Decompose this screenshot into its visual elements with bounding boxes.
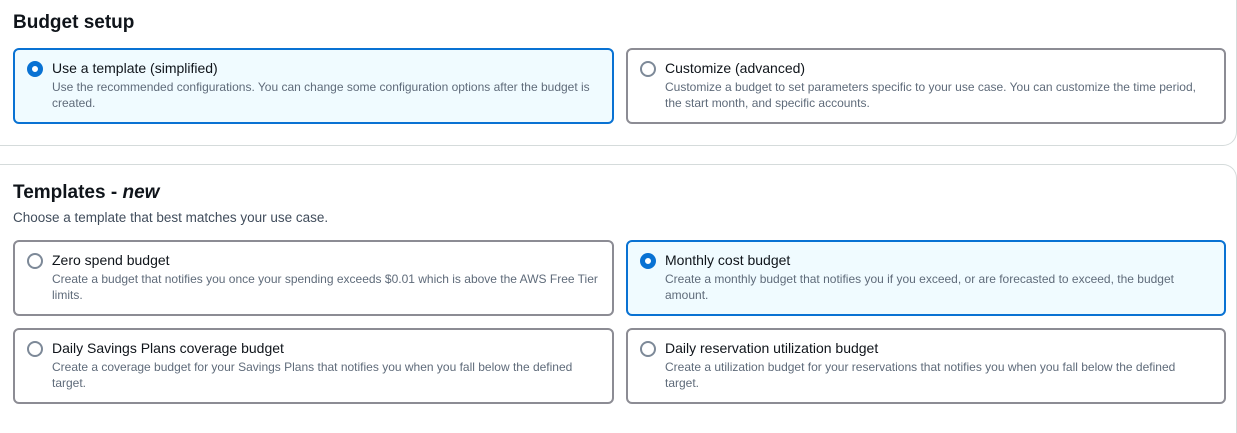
zero-spend-description: Create a budget that notifies you once y… (52, 272, 598, 302)
monthly-cost-label: Monthly cost budget (665, 252, 791, 268)
radio-unselected-icon[interactable] (27, 341, 43, 357)
templates-description: Choose a template that best matches your… (13, 210, 329, 225)
reservation-utilization-option[interactable]: Daily reservation utilization budget Cre… (626, 328, 1226, 404)
savings-plans-label: Daily Savings Plans coverage budget (52, 340, 284, 356)
budget-setup-panel: Budget setup Use a template (simplified)… (0, 0, 1237, 146)
templates-title: Templates - new (13, 182, 159, 204)
reservation-utilization-description: Create a utilization budget for your res… (665, 360, 1176, 390)
radio-selected-icon[interactable] (27, 61, 43, 77)
monthly-cost-description: Create a monthly budget that notifies yo… (665, 272, 1174, 302)
customize-label: Customize (advanced) (665, 60, 806, 76)
radio-unselected-icon[interactable] (640, 61, 656, 77)
monthly-cost-budget-option[interactable]: Monthly cost budget Create a monthly bud… (626, 240, 1226, 316)
use-template-label: Use a template (simplified) (52, 60, 218, 76)
customize-description: Customize a budget to set parameters spe… (665, 80, 1196, 110)
new-badge: new (122, 182, 160, 203)
budget-setup-title: Budget setup (13, 12, 135, 33)
radio-selected-icon[interactable] (640, 253, 656, 269)
use-template-description: Use the recommended configurations. You … (52, 80, 590, 110)
customize-option[interactable]: Customize (advanced) Customize a budget … (626, 48, 1226, 124)
zero-spend-budget-option[interactable]: Zero spend budget Create a budget that n… (13, 240, 614, 316)
templates-panel: Templates - new Choose a template that b… (0, 164, 1237, 433)
savings-plans-coverage-option[interactable]: Daily Savings Plans coverage budget Crea… (13, 328, 614, 404)
reservation-utilization-label: Daily reservation utilization budget (665, 340, 879, 356)
radio-unselected-icon[interactable] (640, 341, 656, 357)
savings-plans-description: Create a coverage budget for your Saving… (52, 360, 573, 390)
radio-unselected-icon[interactable] (27, 253, 43, 269)
zero-spend-label: Zero spend budget (52, 252, 170, 268)
templates-title-text: Templates - (13, 182, 123, 203)
use-template-option[interactable]: Use a template (simplified) Use the reco… (13, 48, 614, 124)
